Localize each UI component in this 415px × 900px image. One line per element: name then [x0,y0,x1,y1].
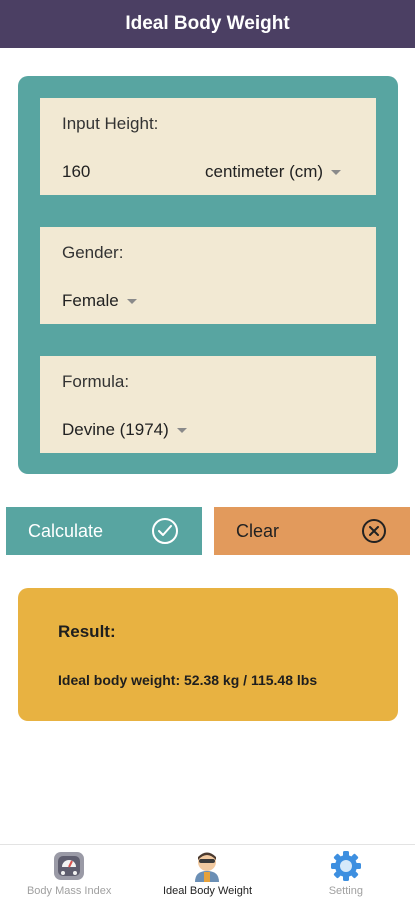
person-icon [195,852,220,882]
tab-label: Body Mass Index [26,885,112,897]
gender-dropdown[interactable]: Female [62,291,137,311]
gender-label: Gender: [62,243,124,262]
height-field: Input Height: 160 centimeter (cm) [40,98,376,195]
result-title: Result: [58,622,116,641]
bottom-tab-bar: Body Mass Index Ideal Body Weight Settin… [0,844,415,900]
clear-button-label: Clear [236,520,280,541]
height-input[interactable]: 160 [62,162,90,182]
calculate-button-label: Calculate [28,520,104,541]
tab-ideal-body-weight[interactable]: Ideal Body Weight [138,845,276,900]
gender-dropdown-label: Female [62,291,119,310]
unit-dropdown[interactable]: centimeter (cm) [205,162,342,182]
formula-dropdown-label: Devine (1974) [62,420,169,439]
input-panel: Input Height: 160 centimeter (cm) Gender… [18,76,398,474]
check-circle-icon [152,518,178,544]
result-card: Result: Ideal body weight: 52.38 kg / 11… [18,588,398,721]
header-bar: Ideal Body Weight [0,0,415,48]
height-label: Input Height: [62,114,159,133]
result-value: Ideal body weight: 52.38 kg / 115.48 lbs [58,672,318,688]
chevron-down-icon [176,427,187,433]
tab-setting[interactable]: Setting [277,845,415,900]
tab-label: Ideal Body Weight [162,885,253,897]
close-circle-icon [362,519,386,543]
clear-button[interactable]: Clear [214,507,410,555]
app-screen: Ideal Body Weight Input Height: 160 cent… [0,0,415,900]
chevron-down-icon [331,169,342,175]
chevron-down-icon [126,298,137,304]
page-title: Ideal Body Weight [125,13,290,34]
calculate-button[interactable]: Calculate [6,507,202,555]
scale-icon [54,852,85,880]
formula-dropdown[interactable]: Devine (1974) [62,420,187,440]
tab-body-mass-index[interactable]: Body Mass Index [0,845,138,900]
formula-field: Formula: Devine (1974) [40,356,376,453]
gear-icon [330,851,361,881]
unit-dropdown-label: centimeter (cm) [205,162,324,181]
gender-field: Gender: Female [40,227,376,324]
tab-label: Setting [328,885,363,897]
formula-label: Formula: [62,372,130,391]
